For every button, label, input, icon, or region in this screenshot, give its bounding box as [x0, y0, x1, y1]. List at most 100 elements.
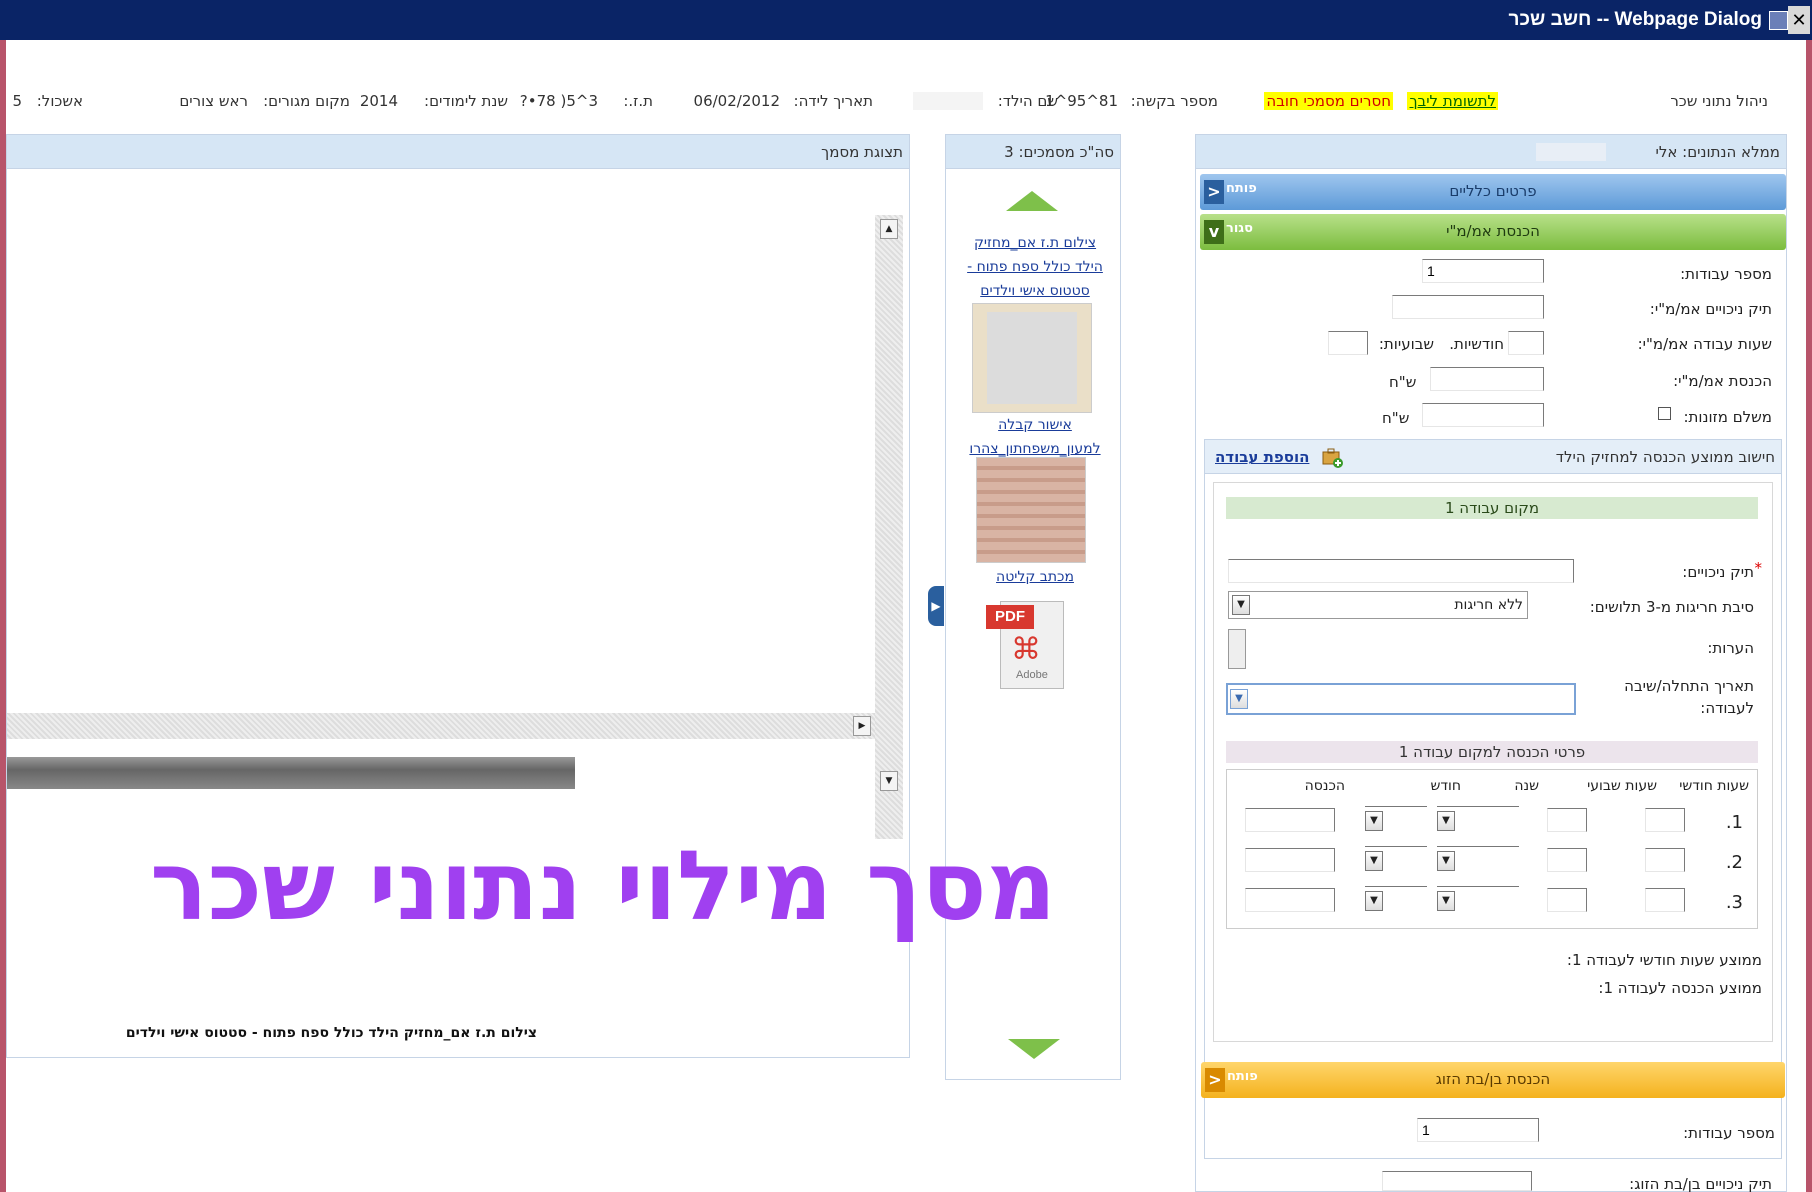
request-label: מספר בקשה:	[1130, 92, 1218, 110]
alimony-amount-input[interactable]	[1422, 403, 1544, 427]
doc-thumb-id-photo[interactable]	[972, 303, 1092, 413]
doc-thumb-approval[interactable]	[976, 457, 1086, 563]
th-monthly-hours: שעות חודשי	[1679, 778, 1749, 794]
collapse-handle-icon[interactable]: ▶	[928, 586, 944, 626]
deviation-select[interactable]: ללא חריגות ▼	[1228, 591, 1528, 619]
pdf-badge: PDF	[986, 605, 1034, 629]
chevron-left-icon[interactable]: <	[1205, 1068, 1225, 1092]
chevron-down-icon[interactable]: ▼	[1232, 595, 1250, 615]
chevron-down-icon[interactable]: ▼	[1365, 891, 1383, 911]
document-viewer-title: תצוגת מסמך	[821, 143, 903, 161]
spouse-deductions-label: תיק ניכויים בן/בת הזוג:	[1629, 1175, 1772, 1192]
chevron-down-icon[interactable]: ▼	[1437, 851, 1455, 871]
income-label: הכנסת אמ/מ"י:	[1673, 372, 1772, 390]
work-hours-label: שעות עבודה אמ/מ"י:	[1637, 335, 1772, 353]
dob-value: 06/02/2012	[693, 92, 780, 110]
workplace-deductions-input[interactable]	[1228, 559, 1574, 583]
start-date-select[interactable]: ▼	[1226, 683, 1576, 715]
id-label: ת.ז.:	[623, 92, 653, 110]
section-general-label: פרטים כלליים	[1449, 182, 1537, 200]
chevron-down-icon[interactable]: ▼	[1437, 811, 1455, 831]
section-general[interactable]: פרטים כלליים פותח <	[1200, 174, 1786, 210]
child-label: שם הילד:	[997, 92, 1058, 110]
dob-label: תאריך לידה:	[793, 92, 873, 110]
notes-scrollbar[interactable]	[1228, 629, 1246, 669]
chevron-left-icon[interactable]: <	[1204, 180, 1224, 204]
add-job-icon[interactable]	[1321, 446, 1343, 468]
documents-header: סה"כ מסמכים: 3	[946, 135, 1120, 169]
chevron-down-icon[interactable]: ▼	[1437, 891, 1455, 911]
chevron-down-icon[interactable]: v	[1204, 220, 1224, 244]
section-income[interactable]: הכנסת אמ/מ"י סגור v	[1200, 214, 1786, 250]
scroll-up-icon[interactable]	[1006, 191, 1058, 211]
start-date-label-1: תאריך התחלה/שיבה	[1624, 677, 1754, 695]
data-entry-panel: ממלא הנתונים: אלי פרטים כלליים פותח < הכ…	[1195, 134, 1787, 1192]
scroll-right-arrow-icon[interactable]: ▶	[853, 716, 871, 736]
deviation-label: סיבת חריגות מ-3 תלושים:	[1589, 598, 1754, 616]
id-value: 3^5( 78•?	[519, 92, 598, 110]
jobs-count-input[interactable]	[1422, 259, 1544, 283]
cluster-label: אשכול:	[36, 92, 83, 110]
add-job-link[interactable]: הוספת עבודה	[1215, 448, 1309, 466]
th-year: שנה	[1514, 778, 1539, 794]
weekly-hours-cell[interactable]	[1547, 888, 1587, 912]
th-weekly-hours: שעות שבועי	[1587, 778, 1657, 794]
year-select[interactable]: ▼	[1437, 886, 1519, 914]
month-select[interactable]: ▼	[1365, 806, 1427, 834]
close-icon[interactable]: ✕	[1788, 6, 1810, 34]
weekly-hours-cell[interactable]	[1547, 808, 1587, 832]
year-select[interactable]: ▼	[1437, 846, 1519, 874]
required-marker: *	[1754, 559, 1763, 577]
scroll-up-arrow-icon[interactable]: ▲	[880, 219, 898, 239]
notes-label: הערות:	[1707, 639, 1754, 657]
year-select[interactable]: ▼	[1437, 806, 1519, 834]
monthly-hours-cell[interactable]	[1645, 848, 1685, 872]
avg-income-header: חישוב ממוצע הכנסה למחזיק הילד הוספת עבוד…	[1205, 440, 1781, 474]
scroll-down-icon[interactable]	[1008, 1039, 1060, 1059]
weekly-hours-input[interactable]	[1328, 331, 1368, 355]
monthly-hours-cell[interactable]	[1645, 808, 1685, 832]
chevron-down-icon[interactable]: ▼	[1365, 811, 1383, 831]
monthly-hours-cell[interactable]	[1645, 888, 1685, 912]
adobe-label: Adobe	[1016, 669, 1048, 681]
missing-docs-badge[interactable]: חסרים מסמכי חובה	[1264, 92, 1393, 110]
deductions-file-input[interactable]	[1392, 295, 1544, 319]
vertical-scrollbar[interactable]: ▲ ▼	[875, 215, 903, 839]
section-income-label: הכנסת אמ/מ"י	[1446, 222, 1540, 240]
section-spouse[interactable]: הכנסת בן/בת הזוג פותח <	[1201, 1062, 1785, 1098]
attention-badge[interactable]: לתשומת ליבך	[1407, 92, 1498, 110]
avg-income-title: חישוב ממוצע הכנסה למחזיק הילד	[1555, 448, 1775, 466]
residence-value: ראש צורים	[179, 92, 248, 110]
info-bar: ניהול נתוני שכר לתשומת ליבך חסרים מסמכי …	[8, 84, 1798, 118]
income-cell[interactable]	[1245, 888, 1335, 912]
monthly-hours-input[interactable]	[1508, 331, 1544, 355]
weekly-hours-cell[interactable]	[1547, 848, 1587, 872]
income-currency: ש"ח	[1389, 373, 1417, 391]
filler-header: ממלא הנתונים: אלי	[1196, 135, 1786, 169]
doc-link-id-photo[interactable]: צילום ת.ז אם_מחזיק הילד כולל ספח פתוח - …	[960, 231, 1110, 303]
income-input[interactable]	[1430, 367, 1544, 391]
alimony-checkbox[interactable]	[1658, 407, 1671, 420]
scroll-down-arrow-icon[interactable]: ▼	[880, 771, 898, 791]
alimony-currency: ש"ח	[1382, 409, 1410, 427]
horizontal-scrollbar[interactable]: ▶	[7, 713, 875, 739]
filler-name-redacted	[1536, 143, 1606, 161]
doc-link-absorption[interactable]: מכתב קליטה	[960, 565, 1110, 589]
spouse-jobs-count-input[interactable]	[1417, 1118, 1539, 1142]
row-index: 3.	[1725, 892, 1743, 913]
deductions-file-label: תיק ניכויים אמ/מ"י:	[1649, 300, 1772, 318]
income-cell[interactable]	[1245, 808, 1335, 832]
doc-link-approval[interactable]: אישור קבלה למעון_משפחתון_צהרו	[960, 413, 1110, 461]
pdf-icon[interactable]: PDF ⌘ Adobe	[986, 601, 1066, 691]
month-select[interactable]: ▼	[1365, 886, 1427, 914]
income-cell[interactable]	[1245, 848, 1335, 872]
section-spouse-tag: פותח	[1227, 1069, 1258, 1084]
chevron-down-icon[interactable]: ▼	[1230, 689, 1248, 709]
monthly-label: חודשיות.	[1449, 335, 1504, 353]
spouse-deductions-input[interactable]	[1382, 1171, 1532, 1191]
year-label: שנת לימודים:	[424, 92, 508, 110]
chevron-down-icon[interactable]: ▼	[1365, 851, 1383, 871]
month-select[interactable]: ▼	[1365, 846, 1427, 874]
workplace-deductions-text: תיק ניכויים:	[1682, 563, 1754, 581]
document-image-fragment	[7, 757, 575, 789]
